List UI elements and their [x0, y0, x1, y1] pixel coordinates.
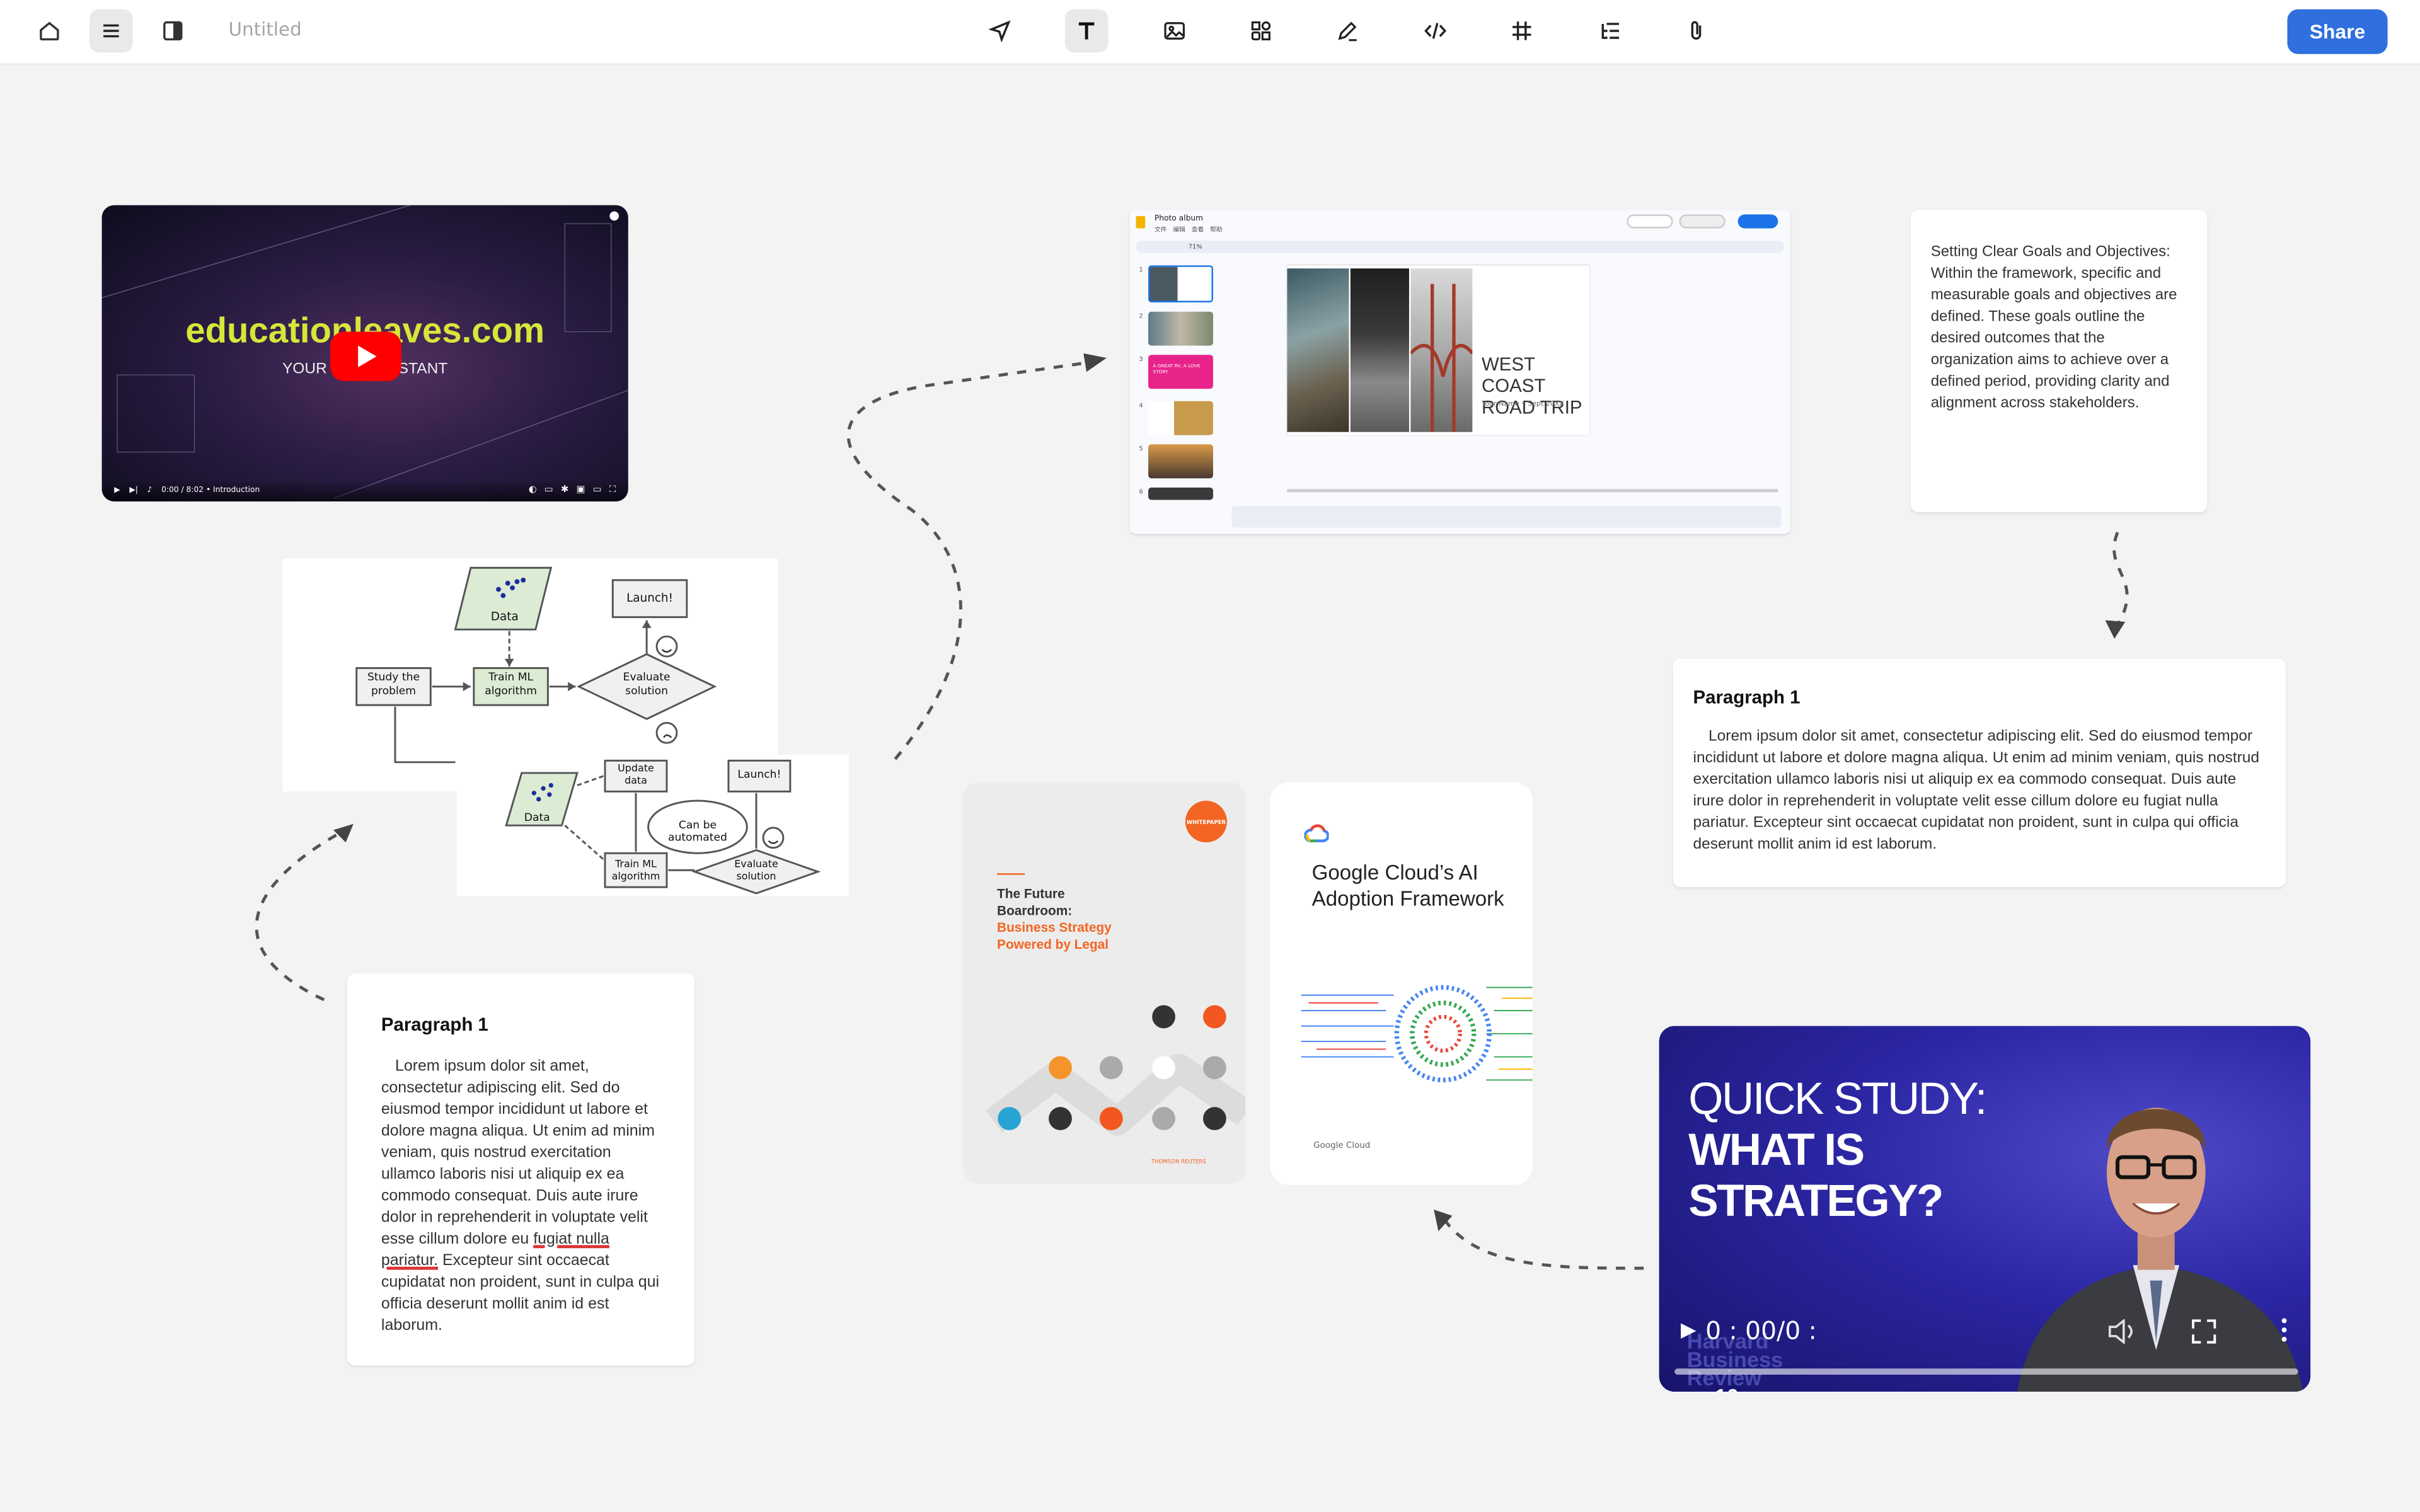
menu-file[interactable]: 文件: [1155, 226, 1167, 235]
more-options-icon[interactable]: [2279, 1317, 2289, 1342]
slides-app-title: Photo album: [1154, 214, 1204, 224]
whitepaper-title-3: Business Strategy: [997, 919, 1112, 936]
flow-data-label: Data: [490, 609, 519, 624]
play-icon[interactable]: ▶: [1681, 1319, 1696, 1343]
flow-train-label: Train ML algorithm: [485, 671, 537, 697]
flow2-evaluate-label: Evaluate solution: [734, 857, 778, 883]
paragraph-title: Paragraph 1: [381, 1013, 488, 1036]
flow-study-label: Study the problem: [367, 671, 420, 697]
slides-toolbar: 71%: [1136, 241, 1785, 253]
google-cloud-cover[interactable]: Google Cloud’s AI Adoption Framework Goo…: [1270, 782, 1533, 1185]
flow2-launch-label: Launch!: [737, 768, 781, 781]
video2-title-line3: STRATEGY?: [1688, 1177, 1944, 1227]
google-cloud-logo-icon: [1304, 824, 1329, 842]
flowchart-bottom[interactable]: Data Update data Launch! Can be automate…: [456, 754, 849, 896]
flow-launch-label: Launch!: [626, 590, 673, 605]
flow2-train-label: Train ML algorithm: [611, 857, 660, 883]
whitepaper-title-4: Powered by Legal: [997, 936, 1109, 953]
google-cloud-title: Google Cloud’s AI Adoption Framework: [1311, 861, 1504, 910]
slide-thumb-3[interactable]: A GREAT RV, A LOVE STORY: [1148, 355, 1213, 389]
whitepaper-cover[interactable]: WHITEPAPER The Future Boardroom: Busines…: [963, 782, 1246, 1184]
note-text: Setting Clear Goals and Objectives: With…: [1930, 243, 2177, 412]
paragraph-title: Paragraph 1: [1693, 686, 1801, 709]
paragraph-body: Lorem ipsum dolor sit amet, consectetur …: [381, 1058, 659, 1335]
autoplay-icon[interactable]: ◐: [529, 484, 537, 497]
whitepaper-title-1: The Future: [997, 885, 1065, 902]
flow2-update-label: Update data: [618, 762, 654, 787]
slides-app-preview[interactable]: Photo album 文件 编辑 查看 帮助 71% 1 2 3 A GREA…: [1129, 210, 1790, 534]
note-card-goals[interactable]: Setting Clear Goals and Objectives: With…: [1910, 210, 2208, 513]
slides-share-button[interactable]: [1737, 214, 1778, 229]
flow-evaluate-label: Evaluate solution: [623, 671, 671, 697]
slide-thumb-1[interactable]: [1148, 265, 1213, 303]
video-player-educationleaves[interactable]: educationleaves.com YOUR LEA ASSISTANT ▶…: [101, 205, 628, 501]
play-icon: [358, 345, 377, 367]
slide-photo-person: [1350, 268, 1409, 432]
slideshow-button[interactable]: [1627, 214, 1673, 229]
zoom-level[interactable]: 71%: [1189, 242, 1202, 249]
slide-subtitle: Your Name • Sept 20XX: [1482, 401, 1564, 409]
arrow-video-to-covers: [1444, 1221, 1644, 1270]
paragraph-card-left[interactable]: Paragraph 1 Lorem ipsum dolor sit amet, …: [347, 973, 695, 1366]
video2-time: 0 : 00/0 :: [1705, 1315, 1817, 1346]
whitepaper-footer: THOMSON REUTERS: [1151, 1159, 1206, 1165]
speaker-notes[interactable]: [1231, 506, 1782, 528]
play-small-icon[interactable]: ▶: [114, 486, 120, 495]
paragraph-card-right[interactable]: Paragraph 1 Lorem ipsum dolor sit amet, …: [1673, 658, 2286, 888]
video2-progress-bar[interactable]: [1674, 1368, 2298, 1375]
captions-icon[interactable]: ▭: [544, 484, 553, 497]
volume-icon[interactable]: ♪: [147, 486, 153, 495]
main-slide[interactable]: WEST COAST ROAD TRIP Your Name • Sept 20…: [1287, 265, 1590, 435]
arrow-flowchart-to-slides: [846, 361, 1088, 760]
slides-scrollbar[interactable]: [1287, 489, 1778, 493]
share-dropdown[interactable]: [1679, 214, 1726, 229]
google-cloud-footer: Google Cloud: [1313, 1142, 1371, 1151]
slide-photo-coast: [1287, 268, 1349, 432]
arrow-paragraph-to-flowchart: [255, 832, 340, 1002]
menu-view[interactable]: 查看: [1192, 226, 1204, 235]
paragraph-body: Lorem ipsum dolor sit amet, consectetur …: [1693, 728, 2260, 854]
slide-title-line1: WEST COAST: [1482, 353, 1546, 397]
slide-thumb-2[interactable]: [1148, 311, 1213, 346]
fullscreen-icon[interactable]: [2192, 1319, 2216, 1344]
whitepaper-dot-pattern: [985, 1005, 1246, 1136]
slide-thumb-4[interactable]: [1148, 401, 1213, 435]
menu-edit[interactable]: 编辑: [1173, 226, 1185, 235]
video-time: 0:00 / 8:02 • Introduction: [161, 486, 260, 496]
flow2-data-label: Data: [524, 811, 550, 824]
slides-logo-icon: [1136, 215, 1146, 229]
arrow-note-to-paragraph: [2112, 531, 2129, 626]
settings-icon[interactable]: ✱: [561, 484, 568, 497]
slide-thumbnails: 1 2 3 A GREAT RV, A LOVE STORY 4 5 6: [1136, 262, 1219, 509]
info-icon[interactable]: [609, 211, 619, 221]
video2-title-line2: WHAT IS: [1688, 1126, 1865, 1176]
fullscreen-icon[interactable]: ⛶: [609, 484, 616, 497]
ai-network-graphic: [1301, 985, 1533, 1082]
whitepaper-title-2: Boardroom:: [997, 902, 1073, 919]
volume-icon[interactable]: [2107, 1319, 2138, 1344]
theater-icon[interactable]: ▭: [593, 484, 602, 497]
whitepaper-badge: WHITEPAPER: [1185, 801, 1227, 843]
flow2-automated-label: Can be automated: [667, 819, 727, 844]
menu-help[interactable]: 帮助: [1210, 226, 1223, 235]
slide-thumb-5[interactable]: [1148, 444, 1213, 479]
slide-photo-bridge: [1409, 268, 1474, 432]
miniplayer-icon[interactable]: ▣: [577, 484, 585, 497]
slide-thumb-6[interactable]: [1148, 487, 1213, 500]
next-icon[interactable]: ▶|: [129, 486, 138, 495]
canvas[interactable]: Untitled Share educationleaves.com YOUR …: [0, 0, 2420, 1512]
video-player-strategy[interactable]: QUICK STUDY: WHAT IS STRATEGY? Harvard B…: [1659, 1026, 2311, 1392]
presenter-image: [2017, 1108, 2303, 1392]
play-button[interactable]: [330, 331, 401, 381]
video2-title-line1: QUICK STUDY:: [1688, 1075, 1987, 1125]
